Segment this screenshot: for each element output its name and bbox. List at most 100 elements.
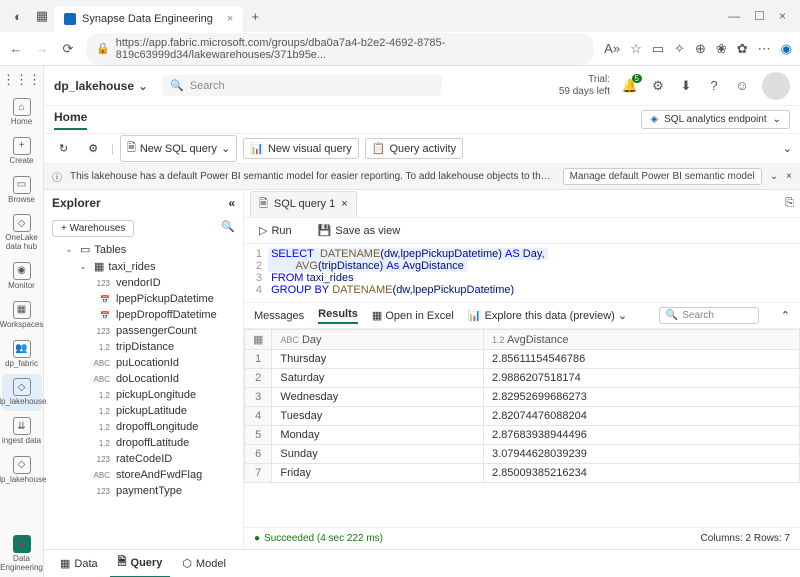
save-view-button[interactable]: 💾 Save as view [311, 220, 408, 241]
tree-column[interactable]: 📅lpepPickupDatetime [48, 291, 243, 307]
chevron-down-icon[interactable]: ⌄ [138, 79, 148, 93]
run-button[interactable]: ▷ Run [252, 220, 299, 241]
refresh-icon[interactable]: ⟳ [60, 41, 76, 57]
rail-ingest[interactable]: ⇊ingest data [2, 413, 42, 450]
url-input[interactable]: 🔒 https://app.fabric.microsoft.com/group… [86, 33, 594, 65]
results-grid[interactable]: ▦ ABC Day 1.2 AvgDistance 1Thursday2.856… [244, 329, 800, 483]
ribbon-tabs: Home ◈ SQL analytics endpoint ⌄ [44, 106, 800, 134]
object-tree: ⌄▭ Tables ⌄▦ taxi_rides 123vendorID📅lpep… [44, 241, 243, 549]
more-icon[interactable]: ⋯ [758, 41, 771, 57]
table-row[interactable]: 5Monday2.87683938944496 [245, 426, 800, 445]
app-launcher-icon[interactable]: ⋮⋮⋮ [14, 72, 30, 88]
breadcrumb[interactable]: dp_lakehouse ⌄ [48, 75, 154, 97]
tree-column[interactable]: 123rateCodeID [48, 451, 243, 467]
manage-model-button[interactable]: Manage default Power BI semantic model [563, 168, 762, 185]
rail-workspaces[interactable]: ▦Workspaces [2, 297, 42, 334]
tree-column[interactable]: ABCstoreAndFwdFlag [48, 467, 243, 483]
rail-dplakehouse2[interactable]: ◇dp_lakehouse [2, 452, 42, 489]
new-visual-query-button[interactable]: 📊New visual query [243, 138, 358, 159]
rail-browse[interactable]: ▭Browse [2, 172, 42, 209]
tree-column[interactable]: 1.2tripDistance [48, 339, 243, 355]
table-row[interactable]: 1Thursday2.85611154546786 [245, 350, 800, 369]
table-row[interactable]: 7Friday2.85009385216234 [245, 464, 800, 483]
tree-table-taxi-rides[interactable]: ⌄▦ taxi_rides [48, 258, 243, 275]
add-warehouse-button[interactable]: + Warehouses [52, 220, 134, 237]
tree-column[interactable]: ABCpuLocationId [48, 355, 243, 371]
ext1-icon[interactable]: ✧ [674, 41, 685, 57]
feedback-icon[interactable]: ☺ [734, 78, 750, 94]
favorite-icon[interactable]: ☆ [630, 41, 642, 57]
tree-column[interactable]: 1.2pickupLatitude [48, 403, 243, 419]
tree-folder-tables[interactable]: ⌄▭ Tables [48, 241, 243, 258]
back-icon[interactable]: ← [8, 41, 24, 57]
close-banner-icon[interactable]: × [786, 171, 792, 182]
btab-data[interactable]: ▦ Data [52, 553, 106, 574]
collections-icon[interactable]: ▭ [652, 41, 664, 57]
new-tab-button[interactable]: + [247, 8, 263, 24]
sql-editor[interactable]: 1 SELECT DATENAME(dw,lpepPickupDatetime)… [244, 244, 800, 302]
query-tab[interactable]: 🗎 SQL query 1 × [250, 191, 357, 217]
chevron-down-icon[interactable]: ⌄ [783, 142, 792, 155]
settings-button[interactable]: ⚙ [81, 138, 105, 159]
search-icon[interactable]: 🔍 [221, 220, 235, 237]
close-tab-icon[interactable]: × [341, 198, 347, 210]
rail-monitor[interactable]: ◉Monitor [2, 258, 42, 295]
tree-column[interactable]: 1.2pickupLongitude [48, 387, 243, 403]
rail-create[interactable]: +Create [2, 133, 42, 170]
tree-column[interactable]: 1.2dropoffLatitude [48, 435, 243, 451]
query-activity-button[interactable]: 📋Query activity [365, 138, 463, 159]
close-icon[interactable]: × [227, 13, 233, 25]
avatar[interactable] [762, 72, 790, 100]
tab-results[interactable]: Results [318, 308, 358, 324]
rail-dataeng[interactable]: ◆Data Engineering [2, 531, 42, 577]
tree-column[interactable]: 123passengerCount [48, 323, 243, 339]
new-sql-query-button[interactable]: 🗎New SQL query⌄ [120, 135, 237, 162]
tabs-icon[interactable]: ▦ [34, 8, 50, 24]
tree-column[interactable]: 📅lpepDropoffDatetime [48, 307, 243, 323]
close-window-icon[interactable]: × [779, 9, 786, 23]
table-row[interactable]: 3Wednesday2.82952699686273 [245, 388, 800, 407]
ext4-icon[interactable]: ✿ [737, 41, 748, 57]
tree-column[interactable]: 123paymentType [48, 483, 243, 499]
help-icon[interactable]: ? [706, 78, 722, 94]
rail-dplakehouse[interactable]: ◇dp_lakehouse [2, 374, 42, 411]
table-row[interactable]: 4Tuesday2.82074476088204 [245, 407, 800, 426]
rail-onelake[interactable]: ◇OneLake data hub [2, 210, 42, 256]
tree-column[interactable]: ABCdoLocationId [48, 371, 243, 387]
forward-icon[interactable]: → [34, 41, 50, 57]
left-rail: ⋮⋮⋮ ⌂Home +Create ▭Browse ◇OneLake data … [0, 66, 44, 577]
settings-icon[interactable]: ⚙ [650, 78, 666, 94]
copilot-icon[interactable]: ◉ [781, 41, 792, 57]
minimize-icon[interactable]: — [728, 9, 740, 23]
read-aloud-icon[interactable]: A» [604, 41, 620, 57]
copy-icon[interactable]: ⎘ [785, 197, 794, 210]
chevron-icon[interactable]: ⌄ [770, 171, 778, 182]
open-excel-button[interactable]: ▦ Open in Excel [372, 309, 454, 322]
browser-tab[interactable]: Synapse Data Engineering × [54, 6, 243, 32]
notifications-icon[interactable]: 🔔5 [622, 78, 638, 94]
btab-query[interactable]: 🗎 Query [110, 549, 171, 577]
explore-data-button[interactable]: 📊 Explore this data (preview) ⌄ [468, 309, 627, 322]
tree-column[interactable]: 123vendorID [48, 275, 243, 291]
tree-column[interactable]: 1.2dropoffLongitude [48, 419, 243, 435]
result-tabs: Messages Results ▦ Open in Excel 📊 Explo… [244, 302, 800, 329]
rail-home[interactable]: ⌂Home [2, 94, 42, 131]
url-text: https://app.fabric.microsoft.com/groups/… [116, 37, 584, 61]
rail-dpfabric[interactable]: 👥dp_fabric [2, 336, 42, 373]
tab-home[interactable]: Home [54, 110, 87, 130]
btab-model[interactable]: ⬡ Model [174, 553, 234, 574]
tab-messages[interactable]: Messages [254, 310, 304, 322]
endpoint-selector[interactable]: ◈ SQL analytics endpoint ⌄ [641, 110, 790, 129]
ext2-icon[interactable]: ⊕ [695, 41, 706, 57]
search-input[interactable]: 🔍 Search [162, 75, 442, 96]
maximize-icon[interactable]: ☐ [754, 9, 765, 23]
profile-icon[interactable]: ◐ [10, 8, 26, 24]
results-search[interactable]: 🔍 Search [659, 307, 759, 324]
collapse-results-icon[interactable]: ⌃ [781, 309, 790, 322]
collapse-icon[interactable]: « [228, 196, 235, 210]
table-row[interactable]: 6Sunday3.07944628039239 [245, 445, 800, 464]
download-icon[interactable]: ⬇ [678, 78, 694, 94]
refresh-button[interactable]: ↻ [52, 138, 75, 159]
ext3-icon[interactable]: ❀ [716, 41, 727, 57]
table-row[interactable]: 2Saturday2.9886207518174 [245, 369, 800, 388]
